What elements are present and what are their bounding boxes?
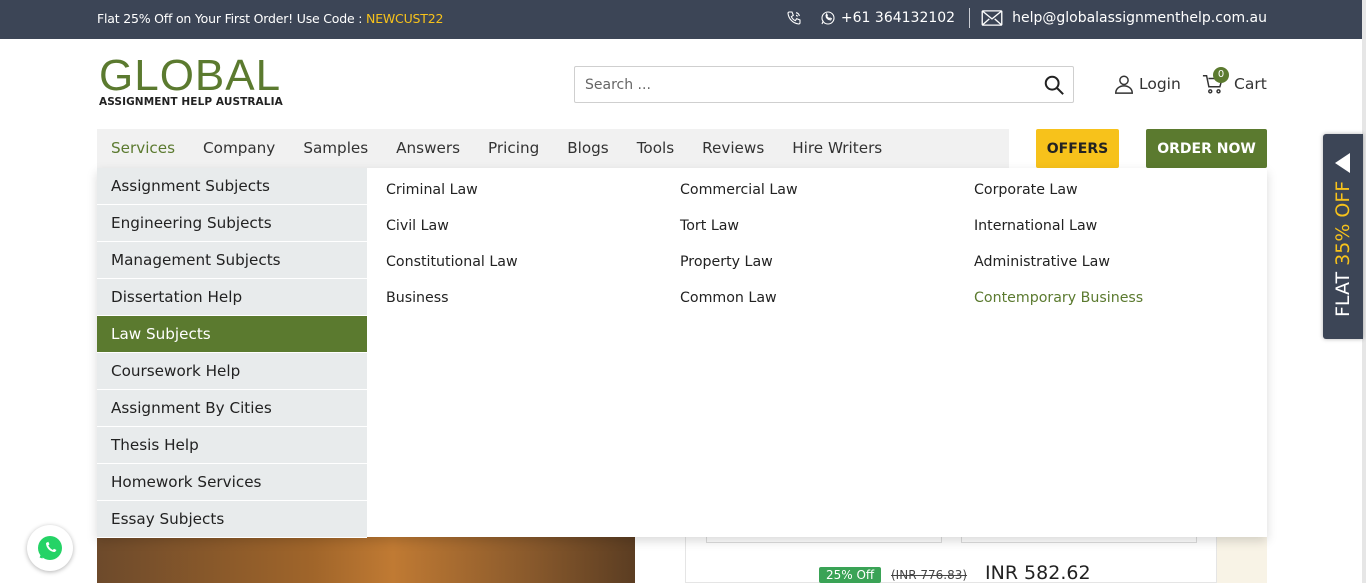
whatsapp-icon[interactable]: [819, 9, 837, 27]
email-address[interactable]: help@globalassignmenthelp.com.au: [1012, 10, 1267, 26]
search-input[interactable]: [575, 67, 1015, 102]
whatsapp-chat-button[interactable]: [27, 525, 73, 571]
nav-tools[interactable]: Tools: [623, 129, 688, 168]
nav-services[interactable]: Services: [97, 129, 189, 168]
phone-number[interactable]: +61 364132102: [841, 10, 955, 26]
nav-answers[interactable]: Answers: [382, 129, 474, 168]
category-assignment-by-cities[interactable]: Assignment By Cities: [97, 390, 367, 427]
category-homework-services[interactable]: Homework Services: [97, 464, 367, 501]
whatsapp-icon: [38, 536, 62, 560]
category-list: Assignment Subjects Engineering Subjects…: [97, 168, 367, 538]
user-icon: [1115, 75, 1133, 94]
sub-commercial-law[interactable]: Commercial Law: [680, 182, 798, 198]
sub-corporate-law[interactable]: Corporate Law: [974, 182, 1078, 198]
nav-company[interactable]: Company: [189, 129, 289, 168]
cart-label: Cart: [1234, 75, 1267, 93]
form-field[interactable]: [961, 537, 1197, 543]
category-management-subjects[interactable]: Management Subjects: [97, 242, 367, 279]
contact-info: +61 364132102 help@globalassignmenthelp.…: [785, 8, 1267, 28]
logo-tagline: ASSIGNMENT HELP AUSTRALIA: [99, 96, 283, 108]
mail-icon[interactable]: [980, 9, 1004, 27]
promo-banner: Flat 25% Off on Your First Order! Use Co…: [97, 11, 443, 26]
order-now-button[interactable]: ORDER NOW: [1146, 129, 1267, 168]
nav-blogs[interactable]: Blogs: [553, 129, 622, 168]
old-price: (INR 776.83): [891, 568, 968, 582]
category-coursework-help[interactable]: Coursework Help: [97, 353, 367, 390]
offers-button[interactable]: OFFERS: [1036, 129, 1119, 168]
sub-constitutional-law[interactable]: Constitutional Law: [386, 254, 518, 270]
cart-count-badge: 0: [1213, 67, 1229, 83]
nav-reviews[interactable]: Reviews: [688, 129, 778, 168]
promo-text: Flat 25% Off on Your First Order! Use Co…: [97, 11, 367, 26]
category-thesis-help[interactable]: Thesis Help: [97, 427, 367, 464]
background-panel: [1217, 537, 1267, 583]
sub-business[interactable]: Business: [386, 290, 449, 306]
contact-divider: [969, 8, 971, 28]
logo-wordmark: GLOBAL: [99, 51, 282, 100]
hero-image: [97, 537, 635, 583]
nav-hire-writers[interactable]: Hire Writers: [778, 129, 896, 168]
offer-tab-discount: 35% OFF: [1332, 180, 1354, 266]
sub-property-law[interactable]: Property Law: [680, 254, 773, 270]
expand-arrow-icon[interactable]: [1335, 153, 1350, 173]
category-law-subjects[interactable]: Law Subjects: [97, 316, 367, 353]
category-engineering-subjects[interactable]: Engineering Subjects: [97, 205, 367, 242]
category-dissertation-help[interactable]: Dissertation Help: [97, 279, 367, 316]
site-logo[interactable]: GLOBAL ASSIGNMENT HELP AUSTRALIA: [99, 51, 289, 109]
sub-contemporary-business[interactable]: Contemporary Business: [974, 290, 1143, 306]
category-assignment-subjects[interactable]: Assignment Subjects: [97, 168, 367, 205]
category-essay-subjects[interactable]: Essay Subjects: [97, 501, 367, 538]
login-link[interactable]: Login: [1113, 73, 1181, 95]
nav-pricing[interactable]: Pricing: [474, 129, 553, 168]
cart-link[interactable]: 0 Cart: [1202, 67, 1267, 95]
form-field[interactable]: [706, 537, 942, 543]
sub-administrative-law[interactable]: Administrative Law: [974, 254, 1110, 270]
sub-civil-law[interactable]: Civil Law: [386, 218, 449, 234]
phone-icon[interactable]: [785, 9, 803, 27]
flat-offer-tab[interactable]: FLAT 35% OFF: [1323, 134, 1363, 339]
top-bar: Flat 25% Off on Your First Order! Use Co…: [0, 0, 1366, 39]
offer-tab-text: FLAT: [1332, 271, 1354, 317]
main-nav: Services Company Samples Answers Pricing…: [97, 129, 1009, 168]
sub-international-law[interactable]: International Law: [974, 218, 1097, 234]
promo-code: NEWCUST22: [366, 11, 444, 26]
sub-criminal-law[interactable]: Criminal Law: [386, 182, 478, 198]
sub-tort-law[interactable]: Tort Law: [680, 218, 739, 234]
search-icon[interactable]: [1043, 74, 1065, 96]
sub-common-law[interactable]: Common Law: [680, 290, 777, 306]
nav-samples[interactable]: Samples: [289, 129, 382, 168]
new-price: INR 582.62: [985, 562, 1091, 584]
discount-badge: 25% Off: [819, 567, 882, 583]
login-label: Login: [1139, 75, 1181, 93]
services-dropdown: Assignment Subjects Engineering Subjects…: [97, 168, 1267, 538]
search-box: [574, 66, 1074, 103]
order-card: 25% Off (INR 776.83) INR 582.62: [685, 537, 1217, 584]
